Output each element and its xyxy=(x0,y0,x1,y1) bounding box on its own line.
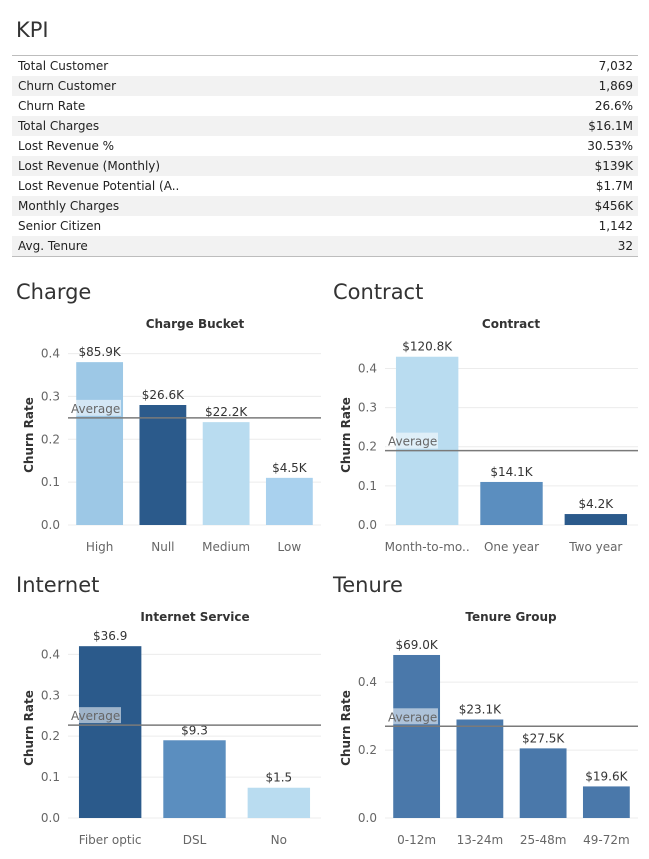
average-label: Average xyxy=(71,709,120,723)
bar-value-label: $4.5K xyxy=(272,461,308,475)
bar-value-label: $4.2K xyxy=(579,497,615,511)
y-tick-label: 0.4 xyxy=(41,347,60,361)
bar xyxy=(247,787,311,818)
category-label: Two year xyxy=(568,540,622,554)
y-axis-label: Churn Rate xyxy=(22,690,36,766)
category-label: Low xyxy=(278,540,302,554)
bar-value-label: $27.5K xyxy=(522,731,565,745)
bar-value-label: $14.1K xyxy=(490,465,533,479)
y-tick-label: 0.2 xyxy=(358,440,377,454)
bar xyxy=(582,786,630,818)
category-label: DSL xyxy=(183,833,207,847)
category-label: Medium xyxy=(202,540,250,554)
category-label: 13-24m xyxy=(457,833,504,847)
y-tick-label: 0.4 xyxy=(358,675,377,689)
bar-value-label: $22.2K xyxy=(205,405,248,419)
y-tick-label: 0.3 xyxy=(358,401,377,415)
bar xyxy=(139,405,187,525)
bar-value-label: $85.9K xyxy=(79,345,122,359)
bar xyxy=(393,654,441,818)
bar-value-label: $19.6K xyxy=(585,769,628,783)
category-label: 49-72m xyxy=(583,833,630,847)
y-tick-label: 0.1 xyxy=(41,475,60,489)
y-axis-label: Churn Rate xyxy=(339,690,353,766)
bar xyxy=(480,481,543,525)
bar xyxy=(76,362,124,525)
y-tick-label: 0.3 xyxy=(41,389,60,403)
category-label: One year xyxy=(484,540,539,554)
chart-title: Contract xyxy=(482,317,540,331)
category-label: No xyxy=(271,833,287,847)
category-label: 25-48m xyxy=(520,833,567,847)
bar-value-label: $1.5 xyxy=(265,771,292,785)
y-tick-label: 0.1 xyxy=(358,479,377,493)
average-label: Average xyxy=(71,402,120,416)
y-axis-label: Churn Rate xyxy=(22,397,36,473)
y-tick-label: 0.0 xyxy=(358,811,377,825)
bar xyxy=(456,719,504,818)
bar-value-label: $36.9 xyxy=(93,629,127,643)
bar xyxy=(564,514,628,525)
y-tick-label: 0.0 xyxy=(41,811,60,825)
y-tick-label: 0.0 xyxy=(358,518,377,532)
bar xyxy=(202,422,250,525)
y-tick-label: 0.3 xyxy=(41,688,60,702)
y-tick-label: 0.1 xyxy=(41,770,60,784)
chart-title: Tenure Group xyxy=(465,610,557,624)
average-label: Average xyxy=(388,710,437,724)
bar-value-label: $23.1K xyxy=(459,703,502,717)
category-label: 0-12m xyxy=(397,833,436,847)
bar-value-label: $26.6K xyxy=(142,388,185,402)
charts-canvas: 0.0 0.1 0.2 0.3 0.4 Charge Bucket Churn Rate $8… xyxy=(22,317,638,847)
bar-value-label: $120.8K xyxy=(402,340,453,354)
bar xyxy=(78,646,142,818)
category-label: Fiber optic xyxy=(79,833,142,847)
y-axis-label: Churn Rate xyxy=(339,397,353,473)
category-label: High xyxy=(86,540,114,554)
y-tick-label: 0.2 xyxy=(41,432,60,446)
y-tick-label: 0.2 xyxy=(358,743,377,757)
chart-title: Internet Service xyxy=(140,610,249,624)
average-label: Average xyxy=(388,435,437,449)
y-tick-label: 0.0 xyxy=(41,518,60,532)
y-tick-label: 0.2 xyxy=(41,729,60,743)
category-label: Null xyxy=(151,540,174,554)
bar-value-label: $69.0K xyxy=(396,638,439,652)
bar xyxy=(265,477,313,525)
y-tick-label: 0.4 xyxy=(41,647,60,661)
bar xyxy=(163,740,226,818)
bar xyxy=(519,748,567,818)
chart-title: Charge Bucket xyxy=(146,317,245,331)
y-tick-label: 0.4 xyxy=(358,361,377,375)
category-label: Month-to-mo.. xyxy=(385,540,470,554)
